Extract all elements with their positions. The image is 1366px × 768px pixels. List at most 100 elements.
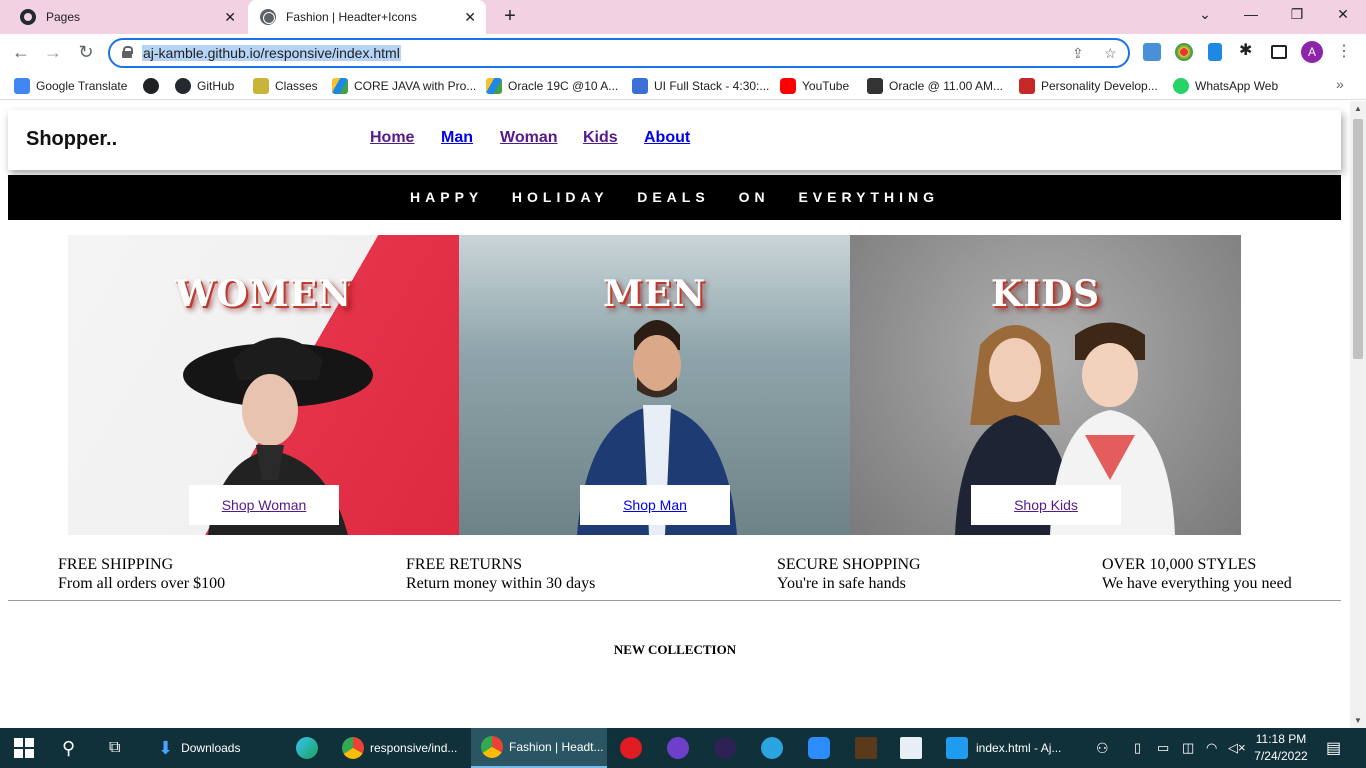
scroll-down-arrow-icon[interactable]: ▼ bbox=[1354, 716, 1362, 725]
taskbar-telegram[interactable] bbox=[761, 728, 783, 768]
nav-link-home[interactable]: Home bbox=[370, 129, 414, 147]
taskbar-eclipse[interactable] bbox=[714, 728, 736, 768]
share-icon[interactable]: ⇪ bbox=[1072, 45, 1084, 62]
battery-icon[interactable]: ▭ bbox=[1157, 728, 1169, 768]
back-arrow-icon[interactable]: ← bbox=[10, 42, 32, 63]
download-arrow-icon: ⬇ bbox=[158, 737, 174, 758]
shop-man-button[interactable]: Shop Man bbox=[580, 485, 730, 525]
edge-icon bbox=[296, 737, 318, 759]
page-viewport: Shopper.. Home Man Woman Kids About HAPP… bbox=[0, 101, 1350, 728]
eclipse-icon bbox=[714, 737, 736, 759]
reload-icon[interactable]: ↻ bbox=[75, 42, 97, 63]
taskbar-edge[interactable] bbox=[296, 728, 318, 768]
close-tab-icon[interactable]: ✕ bbox=[464, 9, 476, 26]
taskbar-opera[interactable] bbox=[620, 728, 642, 768]
bookmark-google-translate[interactable]: Google Translate bbox=[14, 76, 127, 96]
meet-icon bbox=[632, 78, 648, 94]
zoom-icon bbox=[808, 737, 830, 759]
extension-icon[interactable] bbox=[1143, 43, 1161, 61]
wifi-icon[interactable]: ◠ bbox=[1206, 728, 1217, 768]
feature-subtitle: From all orders over $100 bbox=[58, 575, 226, 592]
forward-arrow-icon[interactable]: → bbox=[42, 42, 64, 63]
feature-title: OVER 10,000 STYLES bbox=[1102, 556, 1257, 573]
close-tab-icon[interactable]: ✕ bbox=[224, 9, 236, 26]
taskbar-news[interactable] bbox=[900, 728, 922, 768]
feature-item: FREE RETURNS Return money within 30 days bbox=[406, 555, 595, 593]
taskbar-chrome-fashion[interactable]: Fashion | Headt... bbox=[471, 728, 607, 768]
section-heading: NEW COLLECTION bbox=[613, 642, 737, 657]
bookmark-globe[interactable] bbox=[143, 76, 165, 96]
tab-strip: Pages ✕ Fashion | Headter+Icons ✕ + ⌄ — … bbox=[0, 0, 1366, 34]
news-icon bbox=[900, 737, 922, 759]
tab-title: Pages bbox=[46, 10, 81, 24]
side-panel-icon[interactable] bbox=[1271, 45, 1287, 59]
usb-icon[interactable]: ▯ bbox=[1134, 728, 1141, 768]
bookmark-oracle-11[interactable]: Oracle @ 11.00 AM... bbox=[867, 76, 1003, 96]
taskbar-vscode[interactable]: index.html - Aj... bbox=[940, 728, 1068, 768]
bookmark-classes[interactable]: Classes bbox=[253, 76, 318, 96]
bookmark-oracle-19c[interactable]: Oracle 19C @10 A... bbox=[486, 76, 618, 96]
features-row: FREE SHIPPING From all orders over $100 … bbox=[8, 551, 1341, 601]
nav-link-about[interactable]: About bbox=[644, 129, 690, 147]
minimize-button[interactable]: — bbox=[1241, 6, 1261, 22]
shop-woman-button[interactable]: Shop Woman bbox=[189, 485, 339, 525]
address-bar[interactable]: aj-kamble.github.io/responsive/index.htm… bbox=[108, 38, 1130, 68]
feature-subtitle: You're in safe hands bbox=[777, 575, 906, 592]
feature-subtitle: Return money within 30 days bbox=[406, 575, 596, 592]
page-scrollbar[interactable]: ▲ ▼ bbox=[1350, 101, 1366, 728]
category-card-men: MEN Shop Man bbox=[459, 235, 850, 535]
bookmark-ui-full-stack[interactable]: UI Full Stack - 4:30:... bbox=[632, 76, 769, 96]
task-view-icon[interactable]: ⧉ bbox=[109, 728, 120, 768]
nav-link-woman[interactable]: Woman bbox=[500, 129, 557, 147]
feature-item: FREE SHIPPING From all orders over $100 bbox=[58, 555, 225, 593]
notifications-icon[interactable]: ▤ bbox=[1326, 728, 1341, 768]
bookmark-youtube[interactable]: YouTube bbox=[780, 76, 849, 96]
taskbar-chrome-responsive[interactable]: responsive/ind... bbox=[334, 728, 466, 768]
bookmark-whatsapp[interactable]: WhatsApp Web bbox=[1173, 76, 1278, 96]
github-icon bbox=[667, 737, 689, 759]
card-title: WOMEN bbox=[175, 273, 352, 315]
display-icon[interactable]: ◫ bbox=[1182, 728, 1194, 768]
nav-link-kids[interactable]: Kids bbox=[583, 129, 618, 147]
tab-pages[interactable]: Pages ✕ bbox=[8, 0, 246, 34]
close-window-button[interactable]: ✕ bbox=[1333, 6, 1353, 23]
windows-taskbar: ⚲ ⧉ ⬇ Downloads responsive/ind... Fashio… bbox=[0, 728, 1366, 768]
url-text[interactable]: aj-kamble.github.io/responsive/index.htm… bbox=[142, 45, 401, 61]
bookmark-personality[interactable]: Personality Develop... bbox=[1019, 76, 1158, 96]
menu-icon[interactable]: ⋮ bbox=[1336, 41, 1352, 61]
restore-button[interactable]: ❐ bbox=[1287, 6, 1307, 23]
bookmarks-bar: Google Translate GitHub Classes CORE JAV… bbox=[0, 72, 1366, 100]
extension-icon[interactable] bbox=[1208, 43, 1222, 61]
tab-fashion[interactable]: Fashion | Headter+Icons ✕ bbox=[248, 0, 486, 34]
tab-search-button[interactable]: ⌄ bbox=[1195, 6, 1215, 23]
avatar[interactable]: A bbox=[1301, 41, 1323, 63]
puzzle-icon[interactable]: ✱ bbox=[1239, 40, 1257, 59]
nav-link-man[interactable]: Man bbox=[441, 129, 473, 147]
new-tab-button[interactable]: + bbox=[500, 5, 520, 28]
taskbar-app[interactable] bbox=[855, 728, 877, 768]
opera-icon bbox=[620, 737, 642, 759]
scrollbar-thumb[interactable] bbox=[1353, 119, 1363, 359]
youtube-icon bbox=[780, 78, 796, 94]
start-button[interactable] bbox=[14, 728, 34, 768]
volume-muted-icon[interactable]: ◁× bbox=[1228, 728, 1246, 768]
lock-icon[interactable] bbox=[122, 46, 133, 58]
bookmark-core-java[interactable]: CORE JAVA with Pro... bbox=[332, 76, 476, 96]
taskbar-github-desktop[interactable] bbox=[667, 728, 689, 768]
site-logo[interactable]: Shopper.. bbox=[26, 128, 117, 151]
system-clock[interactable]: 11:18 PM 7/24/2022 bbox=[1246, 731, 1316, 765]
chrome-icon bbox=[481, 736, 503, 758]
bookmarks-overflow-icon[interactable]: » bbox=[1336, 76, 1344, 92]
category-card-women: WOMEN Shop Woman bbox=[68, 235, 459, 535]
telegram-icon bbox=[761, 737, 783, 759]
bookmark-github[interactable]: GitHub bbox=[175, 76, 234, 96]
taskbar-downloads[interactable]: ⬇ Downloads bbox=[150, 728, 280, 768]
shop-kids-button[interactable]: Shop Kids bbox=[971, 485, 1121, 525]
people-icon[interactable]: ⚇ bbox=[1096, 728, 1109, 768]
scroll-up-arrow-icon[interactable]: ▲ bbox=[1354, 104, 1362, 113]
feature-title: FREE RETURNS bbox=[406, 556, 523, 573]
extension-icon[interactable] bbox=[1175, 43, 1193, 61]
bookmark-star-icon[interactable]: ☆ bbox=[1104, 45, 1117, 62]
search-icon[interactable]: ⚲ bbox=[62, 728, 75, 768]
taskbar-zoom[interactable] bbox=[808, 728, 830, 768]
